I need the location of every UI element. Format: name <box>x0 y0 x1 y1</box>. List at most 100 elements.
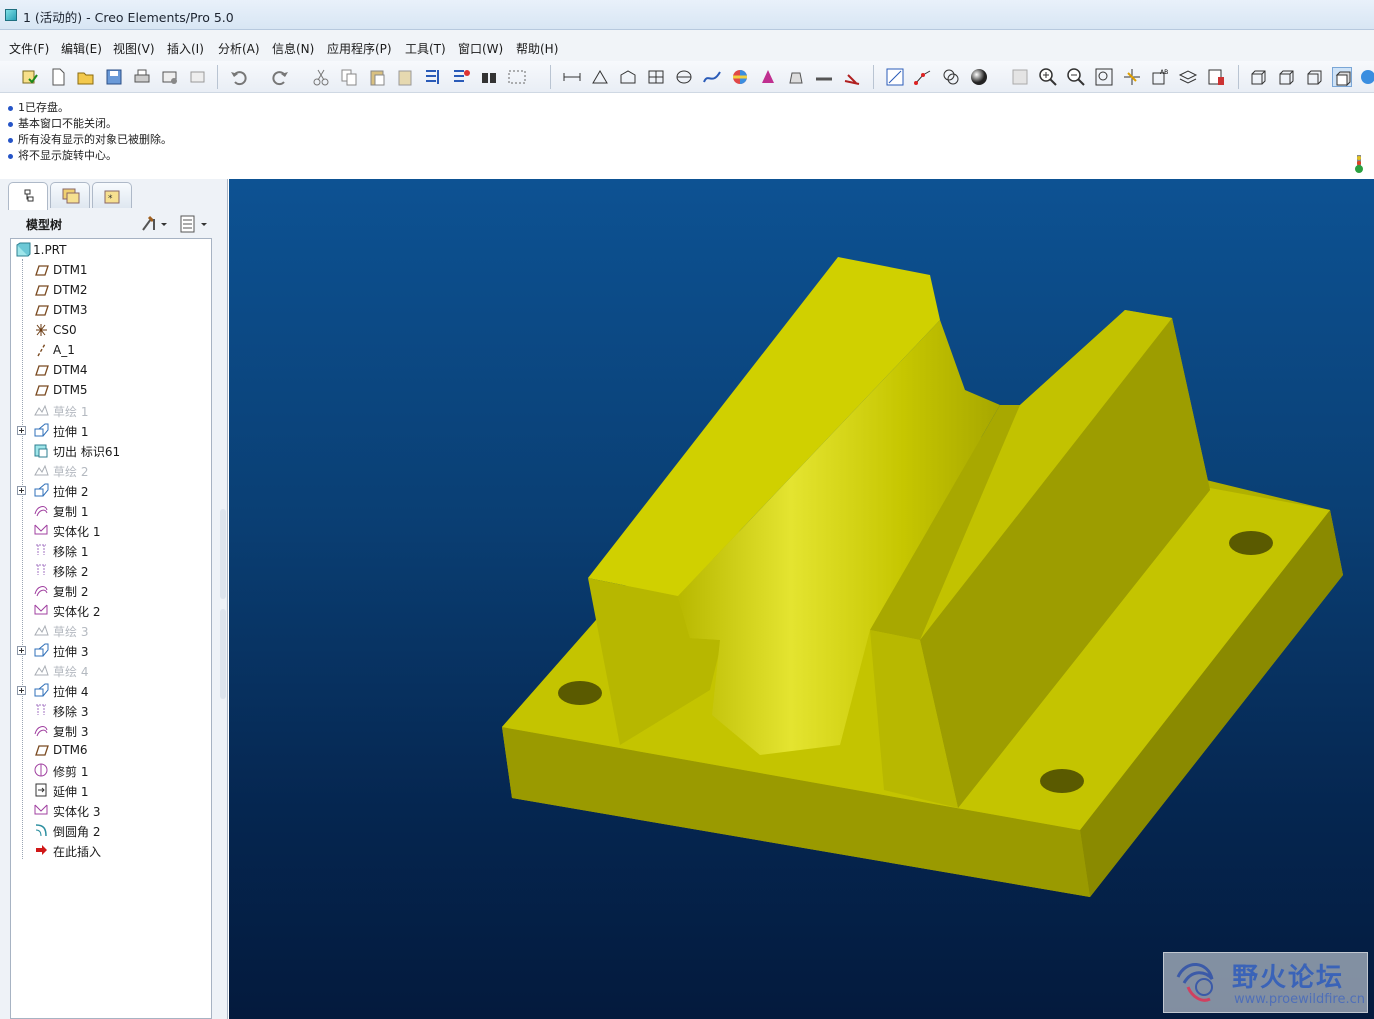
traffic-light-icon[interactable] <box>1352 154 1366 174</box>
tab-folder-browser[interactable] <box>50 182 90 208</box>
refit-icon[interactable] <box>1094 67 1114 87</box>
tree-item[interactable]: 复制 1 <box>11 500 211 520</box>
tree-item[interactable]: 在此插入 <box>11 840 211 860</box>
tree-item[interactable]: 拉伸 4 <box>11 680 211 700</box>
wireframe-icon[interactable] <box>1248 67 1268 87</box>
analysis-tool-icon[interactable] <box>842 67 862 87</box>
splitter-handle[interactable] <box>220 609 226 699</box>
appearance-icon[interactable] <box>1206 67 1226 87</box>
menu-view[interactable]: 视图(V) <box>113 40 155 57</box>
tree-item[interactable]: 倒圆角 2 <box>11 820 211 840</box>
regenerate-icon[interactable] <box>423 67 443 87</box>
tree-item[interactable]: 移除 3 <box>11 700 211 720</box>
tree-item[interactable]: 复制 3 <box>11 720 211 740</box>
menu-applications[interactable]: 应用程序(P) <box>327 40 392 57</box>
shaded-icon[interactable] <box>1332 67 1352 87</box>
save-icon[interactable] <box>104 67 124 87</box>
tree-item[interactable]: 草绘 4 <box>11 660 211 680</box>
graphics-window[interactable]: 野火论坛 www.proewildfire.cn <box>229 179 1374 1019</box>
tree-item[interactable]: 草绘 2 <box>11 460 211 480</box>
select-box-icon[interactable] <box>507 67 527 87</box>
menu-analysis[interactable]: 分析(A) <box>218 40 260 57</box>
model-3d-view[interactable] <box>229 179 1374 1019</box>
tree-columns-icon[interactable] <box>178 214 210 234</box>
tree-item[interactable]: 拉伸 3 <box>11 640 211 660</box>
menu-insert[interactable]: 插入(I) <box>167 40 204 57</box>
cut-icon[interactable] <box>311 67 331 87</box>
mass-properties-icon[interactable] <box>786 67 806 87</box>
datum-axis-display-icon[interactable] <box>618 67 638 87</box>
view-manager-icon[interactable] <box>1010 67 1030 87</box>
tab-model-tree[interactable] <box>8 182 48 210</box>
tree-item[interactable]: DTM6 <box>11 740 211 760</box>
paste-icon[interactable] <box>367 67 387 87</box>
menu-window[interactable]: 窗口(W) <box>458 40 503 57</box>
menu-help[interactable]: 帮助(H) <box>516 40 558 57</box>
tree-item[interactable]: 拉伸 2 <box>11 480 211 500</box>
tree-item[interactable]: 实体化 2 <box>11 600 211 620</box>
draft-analysis-icon[interactable] <box>758 67 778 87</box>
tree-item[interactable]: DTM2 <box>11 280 211 300</box>
tree-item[interactable]: CS0 <box>11 320 211 340</box>
open-folder-icon[interactable] <box>76 67 96 87</box>
tree-item[interactable]: 复制 2 <box>11 580 211 600</box>
tree-item[interactable]: DTM1 <box>11 260 211 280</box>
sketch-tool-icon[interactable] <box>885 67 905 87</box>
expand-toggle-icon[interactable] <box>17 426 26 435</box>
tree-item[interactable]: 移除 1 <box>11 540 211 560</box>
layers-icon[interactable] <box>1178 67 1198 87</box>
measure-icon[interactable] <box>814 67 834 87</box>
undo-icon[interactable] <box>229 67 249 87</box>
shading-sphere-icon[interactable] <box>969 67 989 87</box>
expand-toggle-icon[interactable] <box>17 486 26 495</box>
tree-item[interactable]: 拉伸 1 <box>11 420 211 440</box>
splitter-handle[interactable] <box>220 509 226 599</box>
tree-item[interactable]: 延伸 1 <box>11 780 211 800</box>
copy-icon[interactable] <box>339 67 359 87</box>
tree-item[interactable]: A_1 <box>11 340 211 360</box>
no-hidden-icon[interactable] <box>1304 67 1324 87</box>
tree-item[interactable]: 实体化 3 <box>11 800 211 820</box>
datum-point-tool-icon[interactable] <box>913 67 933 87</box>
send-mail-icon[interactable] <box>160 67 180 87</box>
send-link-icon[interactable] <box>188 67 208 87</box>
menu-info[interactable]: 信息(N) <box>272 40 314 57</box>
tree-settings-icon[interactable] <box>140 214 170 234</box>
csys-display-icon[interactable] <box>674 67 694 87</box>
expand-toggle-icon[interactable] <box>17 686 26 695</box>
datum-plane-display-icon[interactable] <box>590 67 610 87</box>
tree-item[interactable]: 移除 2 <box>11 560 211 580</box>
display-dimensions-icon[interactable] <box>562 67 582 87</box>
tree-item[interactable]: DTM5 <box>11 380 211 400</box>
color-analysis-icon[interactable] <box>730 67 750 87</box>
new-file-icon[interactable] <box>48 67 68 87</box>
tree-item[interactable]: 草绘 3 <box>11 620 211 640</box>
print-icon[interactable] <box>132 67 152 87</box>
paste-special-icon[interactable] <box>395 67 415 87</box>
datum-curve-tool-icon[interactable] <box>941 67 961 87</box>
point-display-icon[interactable] <box>646 67 666 87</box>
find-icon[interactable] <box>479 67 499 87</box>
zoom-in-icon[interactable] <box>1038 67 1058 87</box>
menu-edit[interactable]: 编辑(E) <box>61 40 102 57</box>
tree-item[interactable]: DTM4 <box>11 360 211 380</box>
reorient-icon[interactable] <box>1122 67 1142 87</box>
zoom-out-icon[interactable] <box>1066 67 1086 87</box>
tab-favorites[interactable]: * <box>92 182 132 208</box>
shaded-edges-icon[interactable] <box>1358 67 1374 87</box>
tree-item[interactable]: 草绘 1 <box>11 400 211 420</box>
open-session-icon[interactable] <box>20 67 40 87</box>
tree-item[interactable]: DTM3 <box>11 300 211 320</box>
regeneration-manager-icon[interactable] <box>451 67 471 87</box>
tree-item[interactable]: 1.PRT <box>11 240 211 260</box>
redo-icon[interactable] <box>270 67 290 87</box>
tree-item[interactable]: 实体化 1 <box>11 520 211 540</box>
menu-tools[interactable]: 工具(T) <box>405 40 446 57</box>
tree-item[interactable]: 切出 标识61 <box>11 440 211 460</box>
menu-file[interactable]: 文件(F) <box>9 40 49 57</box>
expand-toggle-icon[interactable] <box>17 646 26 655</box>
tree-item[interactable]: 修剪 1 <box>11 760 211 780</box>
saved-views-icon[interactable]: AB <box>1150 67 1170 87</box>
curve-analysis-icon[interactable] <box>702 67 722 87</box>
hidden-line-icon[interactable] <box>1276 67 1296 87</box>
